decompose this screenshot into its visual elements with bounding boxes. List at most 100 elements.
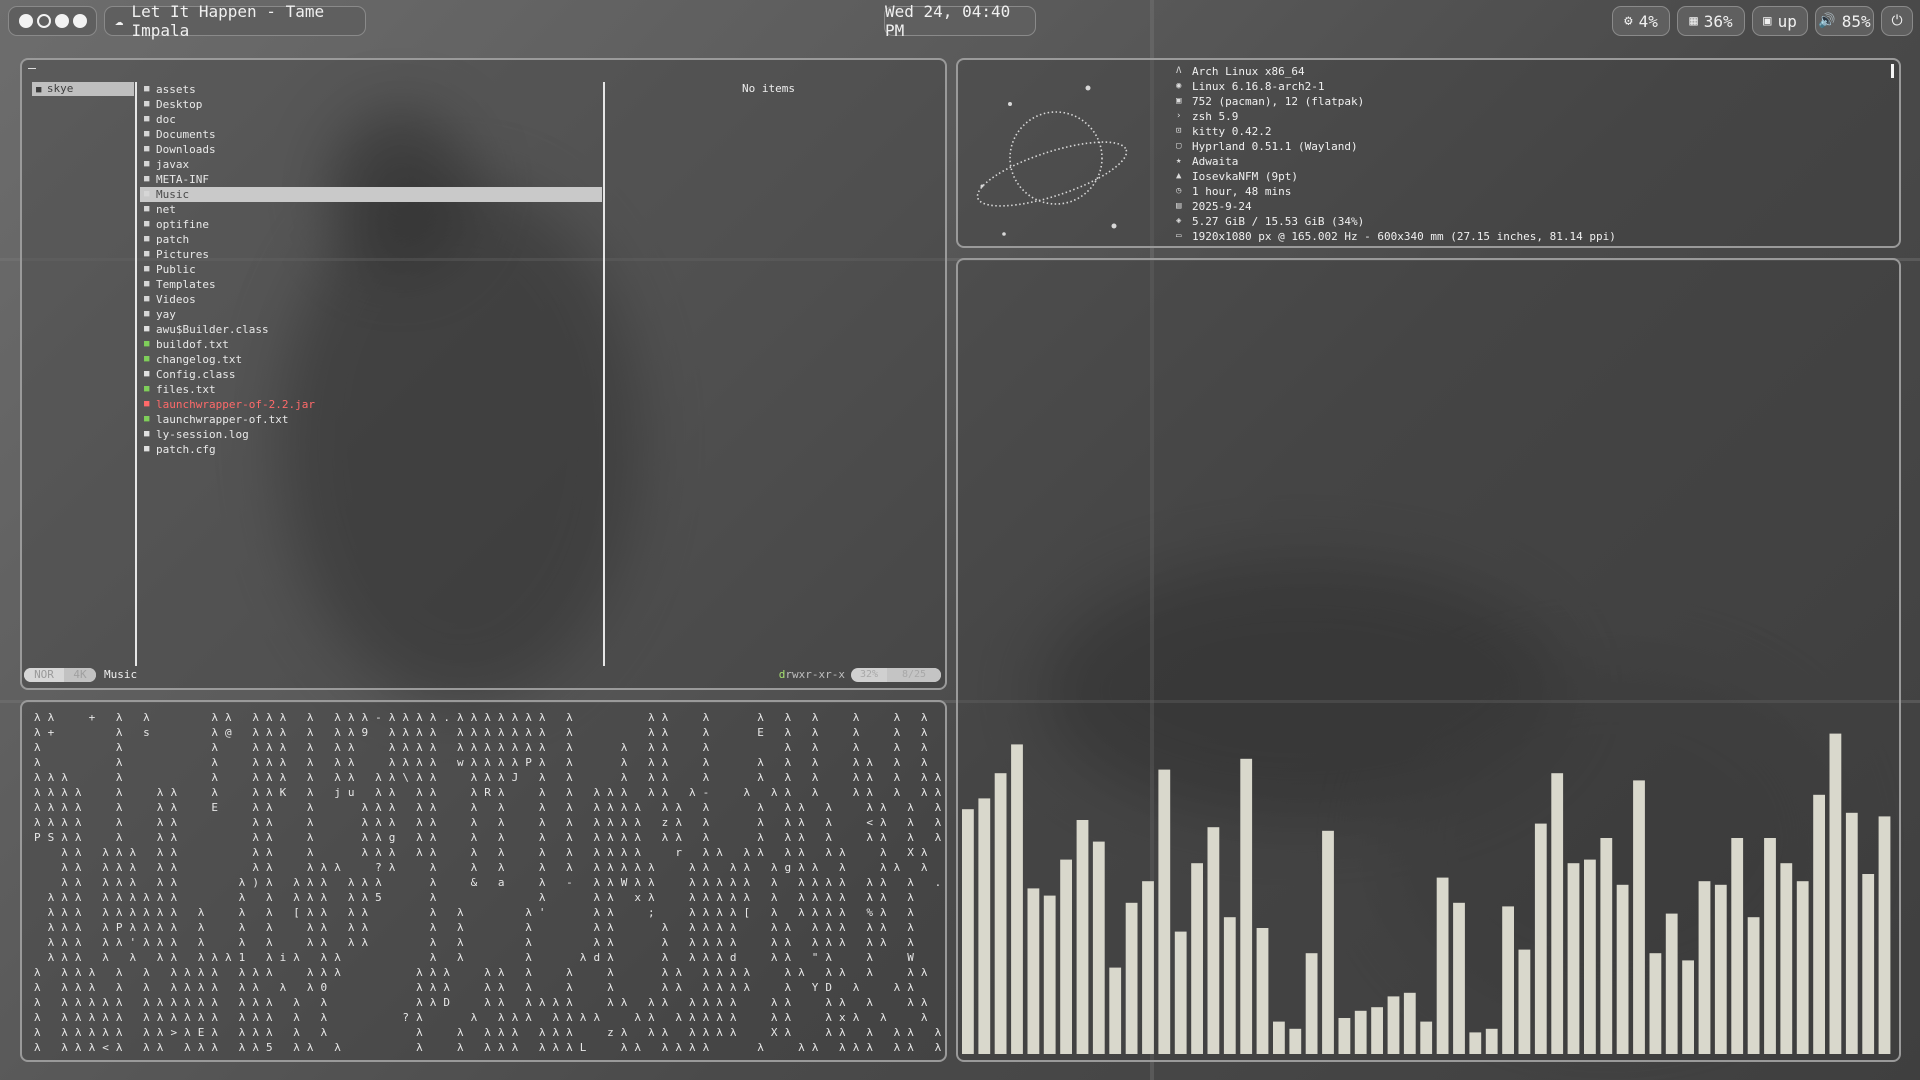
memory-icon: ▦ bbox=[1689, 13, 1698, 29]
file-row[interactable]: ■ launchwrapper-of.txt bbox=[140, 412, 602, 427]
parent-directory-column[interactable]: ■ skye bbox=[32, 82, 134, 96]
folder-row[interactable]: ■ Downloads bbox=[140, 142, 602, 157]
volume-widget[interactable]: 🔊 85% bbox=[1815, 6, 1874, 36]
visualizer-bar bbox=[1158, 769, 1171, 1054]
visualizer-bar bbox=[1518, 949, 1531, 1054]
file-row[interactable]: ■ Config.class bbox=[140, 367, 602, 382]
visualizer-bar bbox=[1387, 996, 1400, 1054]
visualizer-bar bbox=[1780, 863, 1793, 1054]
folder-icon: ■ bbox=[144, 159, 150, 169]
system-info-value: Linux 6.16.8-arch2-1 bbox=[1192, 80, 1325, 93]
visualizer-bar bbox=[1256, 928, 1269, 1054]
fastfetch-window[interactable]: Λ Arch Linux x86_64 ◉ Linux 6.16.8-arch2-1 ▣… bbox=[956, 58, 1901, 248]
file-row[interactable]: ■ awu$Builder.class bbox=[140, 322, 602, 337]
visualizer-bar bbox=[1305, 953, 1318, 1054]
folder-row[interactable]: ■ net bbox=[140, 202, 602, 217]
folder-row[interactable]: ■ assets bbox=[140, 82, 602, 97]
folder-icon: ■ bbox=[144, 129, 150, 139]
system-info-row: ★ Adwaita bbox=[1176, 154, 1616, 169]
visualizer-bar bbox=[1698, 881, 1711, 1054]
folder-row[interactable]: ■ Videos bbox=[140, 292, 602, 307]
updates-widget[interactable]: ▣ up bbox=[1752, 6, 1808, 36]
visualizer-bar bbox=[1403, 992, 1416, 1054]
entry-name: Downloads bbox=[156, 143, 216, 156]
visualizer-bar bbox=[1584, 859, 1596, 1054]
folder-row[interactable]: ■ Templates bbox=[140, 277, 602, 292]
entry-name: Pictures bbox=[156, 248, 209, 261]
file-row[interactable]: ■ changelog.txt bbox=[140, 352, 602, 367]
visualizer-bar bbox=[1060, 859, 1072, 1054]
system-info-value: 752 (pacman), 12 (flatpak) bbox=[1192, 95, 1365, 108]
folder-row[interactable]: ■ Music bbox=[140, 187, 602, 202]
visualizer-bar bbox=[1371, 1007, 1383, 1054]
visualizer-bar bbox=[1616, 884, 1629, 1054]
media-title: Let It Happen - Tame Impala bbox=[131, 2, 325, 40]
system-info-list: Λ Arch Linux x86_64 ◉ Linux 6.16.8-arch2-1 ▣… bbox=[1176, 64, 1616, 244]
file-row[interactable]: ■ files.txt bbox=[140, 382, 602, 397]
folder-row[interactable]: ■ Desktop bbox=[140, 97, 602, 112]
file-row[interactable]: ■ launchwrapper-of-2.2.jar bbox=[140, 397, 602, 412]
folder-row[interactable]: ■ yay bbox=[140, 307, 602, 322]
file-row[interactable]: ■ buildof.txt bbox=[140, 337, 602, 352]
system-info-row: Λ Arch Linux x86_64 bbox=[1176, 64, 1616, 79]
folder-row[interactable]: ■ patch bbox=[140, 232, 602, 247]
workspace-dot[interactable] bbox=[18, 14, 33, 28]
matrix-rain-window[interactable]: λ λ + λ λ λ λ λ λ λ λ λ λ λ - λ λ λ λ . … bbox=[20, 700, 947, 1062]
entry-name: javax bbox=[156, 158, 190, 171]
visualizer-bar bbox=[1027, 888, 1040, 1054]
scroll-percent: 32% bbox=[859, 669, 879, 680]
system-info-value: IosevkaNFM (9pt) bbox=[1192, 170, 1298, 183]
system-info-value: 5.27 GiB / 15.53 GiB (34%) bbox=[1192, 215, 1365, 228]
folder-row[interactable]: ■ Documents bbox=[140, 127, 602, 142]
prompt-cursor bbox=[28, 68, 36, 69]
visualizer-bar bbox=[1600, 838, 1613, 1054]
memory-widget[interactable]: ▦ 36% bbox=[1677, 6, 1745, 36]
entry-name: Config.class bbox=[156, 368, 236, 381]
font-icon: ▲ bbox=[1176, 171, 1182, 181]
entry-name: patch bbox=[156, 233, 190, 246]
file-icon: ■ bbox=[144, 414, 150, 424]
audio-visualizer-window[interactable] bbox=[956, 258, 1901, 1062]
folder-row[interactable]: ■ Pictures bbox=[140, 247, 602, 262]
file-icon: ■ bbox=[144, 369, 150, 379]
workspace-dot[interactable] bbox=[72, 14, 87, 28]
entry-name: Templates bbox=[156, 278, 216, 291]
system-info-value: Adwaita bbox=[1192, 155, 1239, 168]
workspace-switcher bbox=[8, 6, 97, 36]
folder-icon: ■ bbox=[144, 174, 150, 184]
workspace-dot[interactable] bbox=[36, 14, 51, 28]
current-directory-column[interactable]: ■ assets ■ Desktop ■ doc ■ Documents ■ Downloads ■… bbox=[140, 82, 602, 457]
cpu-widget[interactable]: ⚙ 4% bbox=[1612, 6, 1670, 36]
file-row[interactable]: ■ ly-session.log bbox=[140, 427, 602, 442]
parent-entry-skye[interactable]: ■ skye bbox=[32, 82, 134, 96]
system-info-value: Hyprland 0.51.1 (Wayland) bbox=[1192, 140, 1358, 153]
workspace-dot[interactable] bbox=[54, 14, 69, 28]
uptime-icon: ◷ bbox=[1176, 186, 1182, 196]
folder-icon: ■ bbox=[144, 234, 150, 244]
file-icon: ■ bbox=[144, 444, 150, 454]
entry-name: ly-session.log bbox=[156, 428, 249, 441]
file-manager-window[interactable]: ■ skye ■ assets ■ Desktop ■ doc ■ Documents ■ Dow… bbox=[20, 58, 947, 690]
visualizer-bar bbox=[1813, 794, 1825, 1054]
clock-widget[interactable]: Wed 24, 04:40 PM bbox=[884, 2, 1036, 40]
entry-name: assets bbox=[156, 83, 196, 96]
file-row[interactable]: ■ patch.cfg bbox=[140, 442, 602, 457]
media-player-widget[interactable]: ☁ Let It Happen - Tame Impala bbox=[104, 2, 366, 40]
updates-value: up bbox=[1777, 11, 1797, 31]
visualizer-bar bbox=[1436, 877, 1449, 1054]
folder-icon: ■ bbox=[144, 279, 150, 289]
visualizer-bar bbox=[1665, 913, 1678, 1054]
power-button[interactable]: ⏻ bbox=[1881, 6, 1913, 36]
power-icon: ⏻ bbox=[1891, 13, 1903, 29]
visualizer-bar bbox=[1485, 1028, 1498, 1054]
system-info-row: ◷ 1 hour, 48 mins bbox=[1176, 184, 1616, 199]
mode-label: NOR bbox=[24, 668, 64, 682]
folder-row[interactable]: ■ optifine bbox=[140, 217, 602, 232]
visualizer-bar bbox=[1747, 917, 1760, 1054]
file-icon: ■ bbox=[144, 354, 150, 364]
folder-row[interactable]: ■ doc bbox=[140, 112, 602, 127]
cpu-value: 4% bbox=[1638, 11, 1658, 31]
folder-row[interactable]: ■ Public bbox=[140, 262, 602, 277]
folder-row[interactable]: ■ META-INF bbox=[140, 172, 602, 187]
folder-row[interactable]: ■ javax bbox=[140, 157, 602, 172]
